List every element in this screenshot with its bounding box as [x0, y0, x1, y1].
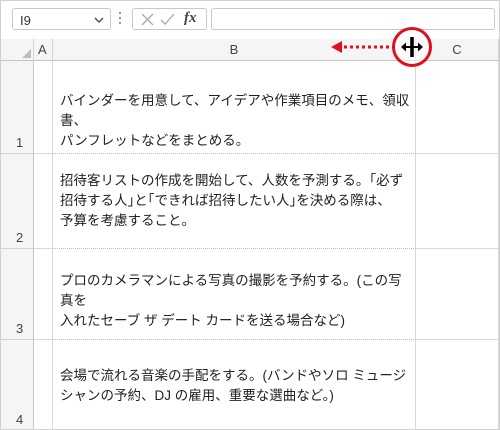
column-resize-cursor-icon[interactable] [401, 36, 423, 58]
insert-function-button[interactable]: fx [184, 10, 197, 27]
row-number: 4 [16, 412, 24, 427]
row-number: 2 [16, 230, 24, 245]
row-number: 1 [16, 135, 24, 150]
checkmark-icon[interactable] [160, 13, 175, 26]
dotted-left-arrow-icon [331, 41, 393, 53]
cell-c4[interactable] [416, 340, 499, 429]
row-number: 3 [16, 321, 24, 336]
cell-b2[interactable]: 招待客リストの作成を開始して、人数を予測する。｢必ず 招待する人｣と｢できれば招… [53, 154, 416, 249]
row-header-4[interactable]: 4 [1, 340, 34, 429]
name-box[interactable]: I9 [12, 8, 111, 30]
cell-text: プロのカメラマンによる写真の撮影を予約する。(この写真を 入れたセーブ ザ デー… [60, 273, 402, 328]
cell-c3[interactable] [416, 249, 499, 340]
cancel-x-icon[interactable] [141, 13, 154, 26]
cell-a1[interactable] [34, 61, 53, 154]
row-header-2[interactable]: 2 [1, 154, 34, 249]
select-all-button[interactable] [1, 39, 34, 61]
cell-c2[interactable] [416, 154, 499, 249]
name-box-value: I9 [20, 13, 31, 28]
cell-c1[interactable] [416, 61, 499, 154]
spreadsheet-grid: A B C 1 バインダーを用意して、アイデアや作業項目のメモ、領収書、 パンフ… [1, 39, 499, 429]
cell-b1[interactable]: バインダーを用意して、アイデアや作業項目のメモ、領収書、 パンフレットなどをまと… [53, 61, 416, 154]
resize-highlight-circle [392, 27, 432, 67]
chevron-down-icon[interactable] [94, 15, 104, 25]
cell-a2[interactable] [34, 154, 53, 249]
cell-a3[interactable] [34, 249, 53, 340]
cell-b3[interactable]: プロのカメラマンによる写真の撮影を予約する。(この写真を 入れたセーブ ザ デー… [53, 249, 416, 340]
formula-input[interactable] [211, 8, 495, 30]
cell-text: 会場で流れる音楽の手配をする。(バンドやソロ ミュージ シャンの予約、DJ の雇… [60, 368, 407, 403]
cell-b4[interactable]: 会場で流れる音楽の手配をする。(バンドやソロ ミュージ シャンの予約、DJ の雇… [53, 340, 416, 429]
cell-text: 招待客リストの作成を開始して、人数を予測する。｢必ず 招待する人｣と｢できれば招… [60, 173, 404, 228]
cell-a4[interactable] [34, 340, 53, 429]
row-header-1[interactable]: 1 [1, 61, 34, 154]
vertical-dots-icon[interactable] [119, 12, 122, 26]
formula-buttons: fx [132, 8, 207, 30]
column-header-a[interactable]: A [34, 39, 53, 61]
cell-text: バインダーを用意して、アイデアや作業項目のメモ、領収書、 パンフレットなどをまと… [60, 93, 410, 148]
select-all-triangle-icon [22, 49, 31, 58]
row-header-3[interactable]: 3 [1, 249, 34, 340]
excel-window: I9 fx A B C 1 バインダーを用意して、アイデアや作業項目のメモ、領収… [0, 0, 500, 430]
